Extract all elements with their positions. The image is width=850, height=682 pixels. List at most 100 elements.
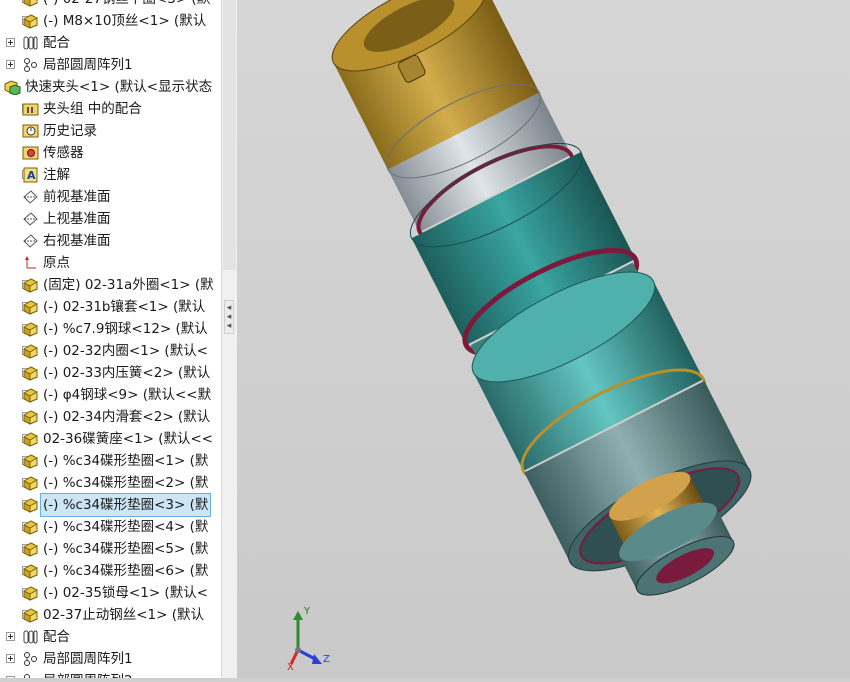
tree-item-label: (-) M8×10顶丝<1> (默认 xyxy=(43,13,207,29)
tree-item-label: 局部圆周阵列1 xyxy=(43,651,133,667)
svg-text:A: A xyxy=(27,169,36,182)
mates-icon xyxy=(22,629,39,645)
graphics-area[interactable]: Y Z X xyxy=(237,0,850,678)
part-icon xyxy=(22,585,39,601)
mates-icon xyxy=(22,35,39,51)
tree-item-label: 传感器 xyxy=(43,145,84,161)
tree-item[interactable]: 02-36碟簧座<1> (默认<< xyxy=(0,428,221,450)
tree-item-label: (-) 02-35锁母<1> (默认< xyxy=(43,585,209,601)
history-icon xyxy=(22,123,39,139)
tree-item-label: (-) 02-32内圈<1> (默认< xyxy=(43,343,209,359)
tree-item[interactable]: 配合 xyxy=(0,626,221,648)
tree-item-label: 历史记录 xyxy=(43,123,97,139)
tree-item-label: 局部圆周阵列2 xyxy=(43,670,133,678)
tree-item[interactable]: (-) 02-33内压簧<2> (默认 xyxy=(0,362,221,384)
tree-item[interactable]: (-) M8×10顶丝<1> (默认 xyxy=(0,10,221,32)
tree-item-label: 02-37止动钢丝<1> (默认 xyxy=(43,607,204,623)
part-icon xyxy=(22,409,39,425)
panel-splitter[interactable]: ◂ ◂ ◂ xyxy=(221,0,237,678)
tree-item-label: (-) 02-31b镶套<1> (默认 xyxy=(43,299,206,315)
pattern-icon xyxy=(22,651,39,667)
origin-icon xyxy=(22,255,39,271)
feature-manager-tree: (-) 02-27钢丝下圈<3> (默(-) M8×10顶丝<1> (默认配合局… xyxy=(0,0,221,678)
tree-item[interactable]: 右视基准面 xyxy=(0,230,221,252)
tree-item-label: 原点 xyxy=(43,255,70,271)
tree-item[interactable]: 快速夹头<1> (默认<显示状态 xyxy=(0,76,221,98)
plane-icon xyxy=(22,211,39,227)
sensor-icon xyxy=(22,145,39,161)
collapse-panel-handle[interactable]: ◂ ◂ ◂ xyxy=(224,300,234,334)
tree-item-label: (-) φ4钢球<9> (默认<<默 xyxy=(43,387,212,403)
part-icon xyxy=(22,563,39,579)
tree-item-label: (-) %c7.9钢球<12> (默认 xyxy=(43,321,208,337)
tree-item[interactable]: 前视基准面 xyxy=(0,186,221,208)
tree-item[interactable]: 原点 xyxy=(0,252,221,274)
tree-item[interactable]: (-) 02-32内圈<1> (默认< xyxy=(0,340,221,362)
part-icon xyxy=(22,321,39,337)
part-icon xyxy=(22,431,39,447)
part-icon xyxy=(22,387,39,403)
tree-item-label: (-) 02-27钢丝下圈<3> (默 xyxy=(43,0,210,10)
part-icon xyxy=(22,475,39,491)
tree-item-label: 配合 xyxy=(43,35,70,51)
coordinate-triad xyxy=(289,611,322,665)
tree-item-label: 配合 xyxy=(43,629,70,645)
expand-toggle-icon[interactable] xyxy=(6,654,15,663)
pattern-icon xyxy=(22,673,39,678)
tree-item[interactable]: A 注解 xyxy=(0,164,221,186)
tree-item[interactable]: 配合 xyxy=(0,32,221,54)
model-view[interactable] xyxy=(237,0,850,678)
part-icon xyxy=(22,497,39,513)
tree-item-label: 前视基准面 xyxy=(43,189,111,205)
triad-z-label: Z xyxy=(323,654,330,665)
tree-item-label: 局部圆周阵列1 xyxy=(43,57,133,73)
tree-item-label: (-) %c34碟形垫圈<3> (默 xyxy=(39,493,212,517)
part-icon xyxy=(22,541,39,557)
tree-item[interactable]: 上视基准面 xyxy=(0,208,221,230)
tree-item[interactable]: 传感器 xyxy=(0,142,221,164)
tree-item[interactable]: (-) %c34碟形垫圈<5> (默 xyxy=(0,538,221,560)
tree-item-label: (-) 02-34内滑套<2> (默认 xyxy=(43,409,211,425)
expand-toggle-icon[interactable] xyxy=(6,38,15,47)
tree-item[interactable]: 局部圆周阵列2 xyxy=(0,670,221,678)
tree-item-label: (固定) 02-31a外圈<1> (默 xyxy=(43,277,214,293)
tree-item[interactable]: (-) φ4钢球<9> (默认<<默 xyxy=(0,384,221,406)
tree-item-label: 上视基准面 xyxy=(43,211,111,227)
triad-y-label: Y xyxy=(304,606,311,617)
tree-item[interactable]: (固定) 02-31a外圈<1> (默 xyxy=(0,274,221,296)
pattern-icon xyxy=(22,57,39,73)
tree-item[interactable]: (-) %c7.9钢球<12> (默认 xyxy=(0,318,221,340)
tree-item-label: (-) 02-33内压簧<2> (默认 xyxy=(43,365,211,381)
tree-item[interactable]: (-) %c34碟形垫圈<6> (默 xyxy=(0,560,221,582)
expand-toggle-icon[interactable] xyxy=(6,60,15,69)
triad-x-label: X xyxy=(287,662,294,673)
tree-item-label: (-) %c34碟形垫圈<1> (默 xyxy=(43,453,209,469)
part-icon xyxy=(22,13,39,29)
tree-item[interactable]: 历史记录 xyxy=(0,120,221,142)
part-icon xyxy=(22,519,39,535)
tree-item[interactable]: 局部圆周阵列1 xyxy=(0,54,221,76)
tree-item-label: 注解 xyxy=(43,167,70,183)
assembly-icon xyxy=(4,79,21,96)
tree-item[interactable]: (-) 02-27钢丝下圈<3> (默 xyxy=(0,0,221,10)
part-icon xyxy=(22,0,39,7)
tree-item[interactable]: (-) 02-34内滑套<2> (默认 xyxy=(0,406,221,428)
plane-icon xyxy=(22,233,39,249)
tree-item-label: 快速夹头<1> (默认<显示状态 xyxy=(25,79,213,95)
tree-item[interactable]: (-) %c34碟形垫圈<1> (默 xyxy=(0,450,221,472)
tree-item-label: (-) %c34碟形垫圈<5> (默 xyxy=(43,541,209,557)
part-icon xyxy=(22,607,39,623)
mates-folder-icon xyxy=(22,101,39,117)
tree-item[interactable]: 夹头组 中的配合 xyxy=(0,98,221,120)
expand-toggle-icon[interactable] xyxy=(6,632,15,641)
tree-item[interactable]: 局部圆周阵列1 xyxy=(0,648,221,670)
tree-item[interactable]: (-) %c34碟形垫圈<2> (默 xyxy=(0,472,221,494)
tree-item[interactable]: (-) 02-31b镶套<1> (默认 xyxy=(0,296,221,318)
tree-item[interactable]: 02-37止动钢丝<1> (默认 xyxy=(0,604,221,626)
part-icon xyxy=(22,453,39,469)
tree-item[interactable]: (-) %c34碟形垫圈<4> (默 xyxy=(0,516,221,538)
tree-item[interactable]: (-) 02-35锁母<1> (默认< xyxy=(0,582,221,604)
tree-item[interactable]: (-) %c34碟形垫圈<3> (默 xyxy=(0,493,221,517)
scrollbar-thumb[interactable] xyxy=(223,0,236,270)
part-icon xyxy=(22,299,39,315)
